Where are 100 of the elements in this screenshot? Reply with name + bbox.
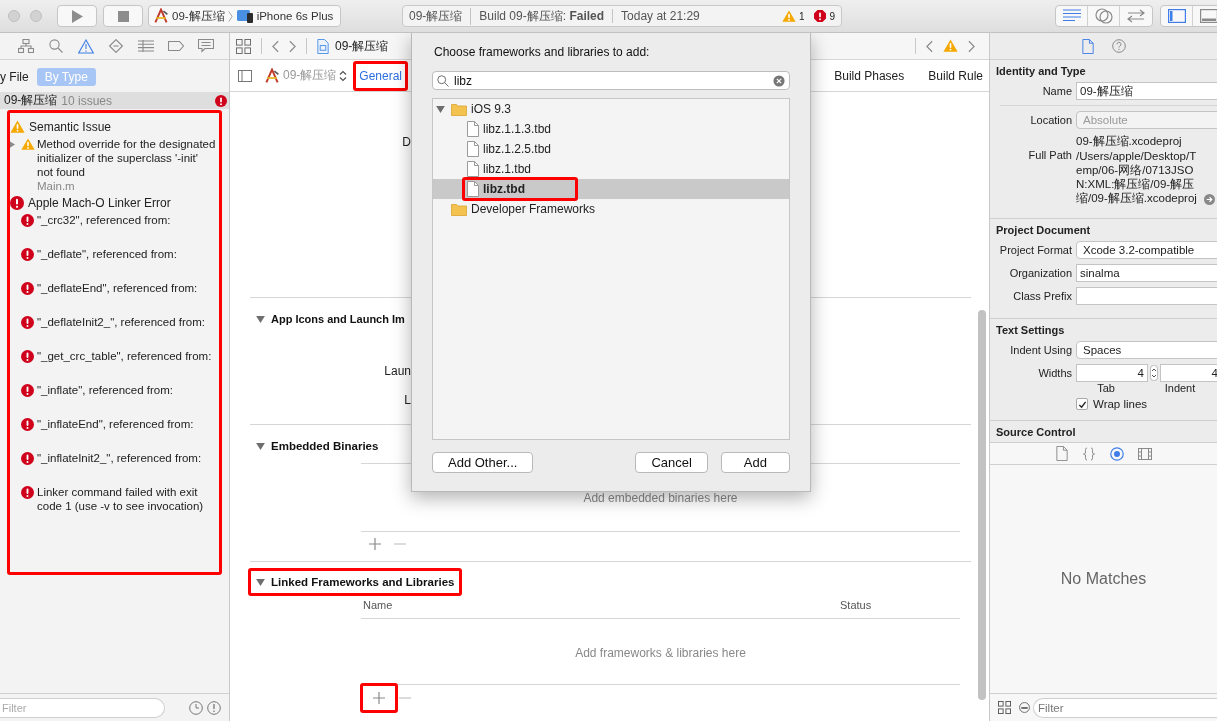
tree-item-label: libz.1.tbd bbox=[483, 162, 532, 176]
activity-project: 09-解压缩 bbox=[409, 7, 463, 25]
tree-row[interactable]: libz.1.tbd bbox=[433, 159, 789, 179]
diamond-icon[interactable] bbox=[109, 39, 123, 53]
chevron-left-icon[interactable] bbox=[926, 39, 933, 53]
jump-bar-item[interactable]: 09-解压缩 bbox=[335, 37, 389, 55]
tree-row[interactable]: Developer Frameworks bbox=[433, 199, 789, 219]
field-label: Project Format bbox=[998, 244, 1072, 256]
disclosure-triangle-icon[interactable] bbox=[10, 141, 15, 148]
stepper-icon[interactable] bbox=[1150, 365, 1158, 381]
go-arrow-icon[interactable] bbox=[1204, 194, 1215, 205]
number-field[interactable]: 4 bbox=[1160, 364, 1217, 382]
field-label: Indent Using bbox=[1009, 344, 1072, 356]
text-lines-icon[interactable] bbox=[1062, 9, 1081, 23]
disclosure-triangle-icon[interactable] bbox=[256, 578, 265, 586]
circle-icon[interactable] bbox=[1109, 446, 1124, 461]
dialog-button[interactable]: Add bbox=[720, 452, 790, 473]
search-icon bbox=[437, 74, 449, 87]
indent-select[interactable]: Spaces bbox=[1076, 341, 1217, 359]
dialog-button[interactable]: Cancel bbox=[635, 452, 708, 473]
tree-item-label: libz.1.2.5.tbd bbox=[483, 142, 552, 156]
run-button[interactable] bbox=[57, 5, 97, 27]
tree-item-label: libz.1.1.3.tbd bbox=[483, 122, 552, 136]
error-icon bbox=[814, 10, 827, 22]
field-label: Organization bbox=[1008, 267, 1072, 279]
disclosure-triangle-icon[interactable] bbox=[436, 105, 445, 113]
issue-text: "_inflateInit2_", referenced from: bbox=[37, 451, 203, 465]
grid-icon[interactable] bbox=[236, 38, 251, 54]
bottom-panel-icon[interactable] bbox=[1200, 9, 1217, 23]
file-icon[interactable] bbox=[317, 38, 329, 54]
tag-icon[interactable] bbox=[168, 41, 184, 51]
format-select[interactable]: Xcode 3.2-compatible bbox=[1076, 241, 1217, 259]
tree-row[interactable]: libz.1.1.3.tbd bbox=[433, 119, 789, 139]
text-field[interactable]: sinalma bbox=[1076, 264, 1217, 282]
left-panel-icon[interactable] bbox=[1167, 9, 1186, 23]
file-icon bbox=[467, 161, 479, 177]
file-icon[interactable] bbox=[1055, 446, 1068, 461]
tree-row[interactable]: libz.1.2.5.tbd bbox=[433, 139, 789, 159]
sidebar-toggle-icon[interactable] bbox=[238, 69, 252, 82]
grid-icon[interactable] bbox=[998, 701, 1011, 714]
tab[interactable]: Build Rule bbox=[922, 60, 989, 91]
search-icon[interactable] bbox=[49, 39, 63, 53]
disclosure-triangle-icon[interactable] bbox=[256, 315, 265, 323]
filter-field[interactable]: Filter bbox=[1033, 697, 1217, 718]
scheme-selector[interactable]: 09-解压缩 iPhone 6s Plus bbox=[148, 5, 341, 27]
add-button[interactable] bbox=[369, 538, 381, 550]
file-icon[interactable] bbox=[1081, 38, 1094, 54]
text-field[interactable] bbox=[1076, 287, 1217, 305]
film-icon[interactable] bbox=[1137, 447, 1152, 460]
scope-button[interactable]: y File bbox=[0, 68, 29, 86]
section-header[interactable]: Linked Frameworks and Libraries bbox=[248, 568, 463, 596]
empty-library-text: No Matches bbox=[1060, 570, 1147, 588]
warning-icon bbox=[21, 138, 35, 151]
clear-icon[interactable] bbox=[773, 74, 785, 87]
section-title: Identity and Type bbox=[996, 65, 1087, 77]
stop-button[interactable] bbox=[103, 5, 143, 27]
file-icon bbox=[467, 181, 479, 197]
chevron-right-icon[interactable] bbox=[968, 39, 975, 53]
scroll-thumb[interactable] bbox=[978, 310, 986, 700]
checkbox[interactable] bbox=[1076, 398, 1088, 410]
app-icon bbox=[153, 8, 169, 24]
tab[interactable]: General bbox=[353, 60, 409, 91]
issue-text: Method override for the designated initializer of the superclass '-init' not found bbox=[37, 137, 217, 179]
warning-circle-icon[interactable] bbox=[207, 700, 221, 715]
issue-group[interactable]: Apple Mach-O Linker Error bbox=[10, 193, 219, 213]
search-field[interactable]: libz bbox=[432, 71, 790, 90]
help-icon[interactable] bbox=[1111, 39, 1126, 53]
section-header[interactable]: Embedded Binaries bbox=[248, 432, 387, 460]
list-icon[interactable] bbox=[138, 40, 154, 52]
checkbox-label: Wrap lines bbox=[1093, 398, 1148, 410]
overlapping-circles-icon[interactable] bbox=[1094, 8, 1113, 24]
tab[interactable]: Build Phases bbox=[828, 60, 911, 91]
speech-bubble-icon[interactable] bbox=[198, 39, 214, 53]
add-button[interactable] bbox=[360, 683, 398, 713]
file-icon bbox=[467, 141, 479, 157]
project-row[interactable]: 09-解压缩 10 issues bbox=[0, 92, 229, 109]
swap-arrows-icon[interactable] bbox=[1126, 9, 1146, 23]
hierarchy-icon[interactable] bbox=[18, 39, 34, 53]
text-field[interactable]: 09-解压缩 bbox=[1076, 82, 1217, 100]
warning-icon[interactable] bbox=[78, 38, 94, 54]
issue-text: "_deflateEnd", referenced from: bbox=[37, 281, 199, 295]
issue-count: 10 issues bbox=[61, 93, 113, 108]
issue-text: "_deflateInit2_", referenced from: bbox=[37, 315, 206, 329]
error-count: 9 bbox=[829, 10, 835, 22]
disclosure-triangle-icon[interactable] bbox=[256, 442, 265, 450]
filter-field[interactable]: Filter bbox=[0, 697, 165, 718]
error-icon bbox=[21, 452, 34, 465]
chevron-left-icon[interactable] bbox=[272, 39, 279, 53]
issue-text: "_inflateEnd", referenced from: bbox=[37, 417, 195, 431]
number-field[interactable]: 4 bbox=[1076, 364, 1148, 382]
tree-row[interactable]: iOS 9.3 bbox=[433, 99, 789, 119]
chevron-right-icon[interactable] bbox=[289, 39, 296, 53]
play-icon bbox=[71, 9, 83, 23]
tree-row[interactable]: libz.tbd bbox=[433, 179, 789, 199]
dialog-button[interactable]: Add Other... bbox=[432, 452, 534, 473]
braces-icon[interactable] bbox=[1081, 446, 1096, 461]
issue-group[interactable]: Semantic Issue bbox=[10, 117, 219, 137]
section-header[interactable]: App Icons and Launch Im bbox=[248, 305, 408, 333]
error-icon bbox=[21, 418, 34, 431]
clock-icon[interactable] bbox=[189, 700, 203, 715]
